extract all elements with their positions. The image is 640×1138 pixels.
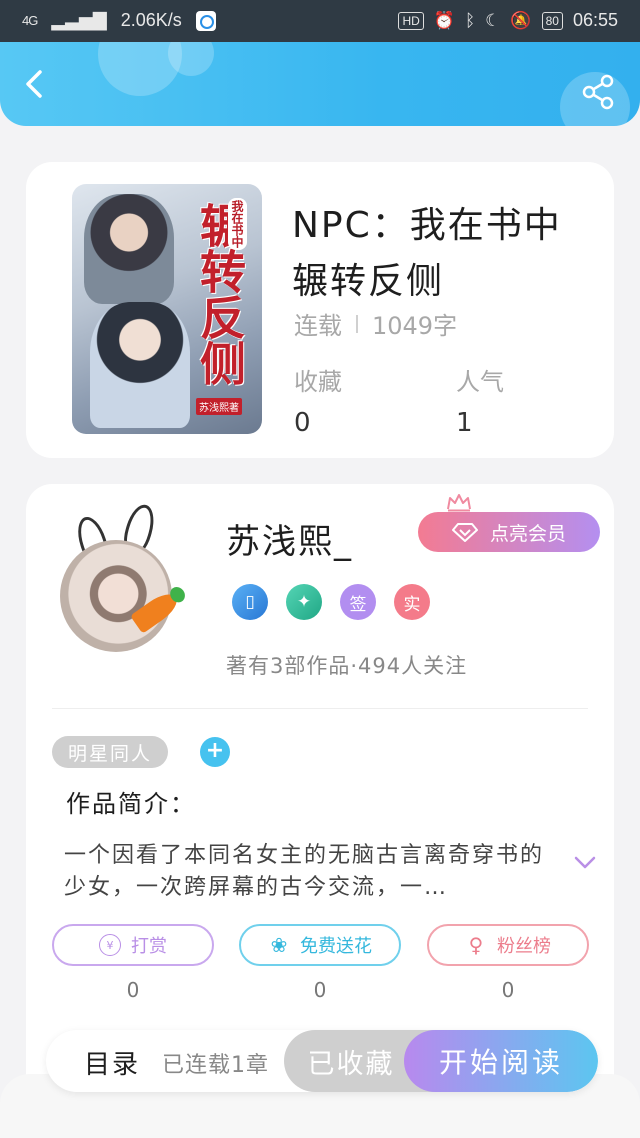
signed-badge[interactable]: 签 xyxy=(340,584,376,620)
send-flower-button[interactable]: ❀ 免费送花 xyxy=(239,924,401,966)
cover-author: 苏浅熙著 xyxy=(196,398,242,415)
user-icon: ♀ xyxy=(468,933,484,957)
battery-indicator: 80 xyxy=(541,11,563,30)
cover-figure xyxy=(84,194,174,304)
book-cover[interactable]: 辗转反侧 我在书中 苏浅熙著 xyxy=(72,184,262,434)
clock: 06:55 xyxy=(572,10,618,30)
mute-icon: 🔕 xyxy=(510,10,532,30)
vip-button-label: 点亮会员 xyxy=(489,522,566,545)
flower-count: 0 xyxy=(313,978,327,1002)
divider xyxy=(52,708,588,709)
signal-icon: ▂▃▅▇ xyxy=(51,10,107,30)
chapter-status[interactable]: 已连载1章 xyxy=(162,1047,269,1079)
book-status: 连载 xyxy=(294,312,342,340)
moon-icon: ☾ xyxy=(485,10,501,30)
fan-count: 0 xyxy=(501,978,515,1002)
crown-icon xyxy=(447,494,471,512)
author-name[interactable]: 苏浅熙_ xyxy=(226,514,353,563)
toc-button[interactable]: 目录 xyxy=(84,1044,140,1081)
author-avatar[interactable] xyxy=(56,496,196,652)
bluetooth-icon: ᛒ xyxy=(464,10,476,30)
genre-tag[interactable]: 明星同人 xyxy=(52,736,168,768)
verified-badge[interactable]: 实 xyxy=(394,584,430,620)
flower-icon: ❀ xyxy=(270,933,288,957)
network-speed: 2.06K/s xyxy=(120,10,182,30)
hd-indicator: HD xyxy=(398,11,424,30)
word-count: 1049字 xyxy=(372,312,458,340)
start-reading-button[interactable]: 开始阅读 xyxy=(404,1030,598,1092)
reward-button-label: 打赏 xyxy=(131,936,167,957)
app-notification-icon xyxy=(195,10,216,31)
share-icon[interactable] xyxy=(580,74,616,110)
vip-button[interactable]: 点亮会员 xyxy=(418,512,600,552)
book-title: NPC：我在书中辗转反侧 xyxy=(292,205,562,302)
favorites-label: 收藏 xyxy=(294,368,342,396)
book-info-card: 辗转反侧 我在书中 苏浅熙著 NPC：我在书中辗转反侧 连载 1049字 收藏 … xyxy=(26,162,614,458)
yen-icon: ¥ xyxy=(99,934,121,956)
author-intro-card: 苏浅熙_ 点亮会员 ▯ ✦ 签 实 著有3部作品·494人关注 明星同人 + 作… xyxy=(26,484,614,1124)
alarm-icon: ⏰ xyxy=(433,10,455,30)
collected-button-label: 已收藏 xyxy=(307,1048,395,1080)
book-meta: 连载 1049字 xyxy=(294,306,457,341)
bottom-action-bar: 目录 已连载1章 已收藏 开始阅读 xyxy=(46,1030,598,1092)
back-arrow-icon[interactable] xyxy=(18,66,54,102)
popularity-value: 1 xyxy=(456,408,473,438)
cover-figure xyxy=(90,302,190,428)
handshake-badge-icon[interactable]: ✦ xyxy=(286,584,322,620)
intro-title: 作品简介： xyxy=(66,790,196,818)
fan-rank-button-label: 粉丝榜 xyxy=(497,936,551,957)
diamond-icon xyxy=(451,523,478,542)
start-reading-label: 开始阅读 xyxy=(438,1046,563,1079)
reward-count: 0 xyxy=(126,978,140,1002)
popularity-label: 人气 xyxy=(456,368,504,396)
status-bar: 4G ▂▃▅▇ 2.06K/s HD ⏰ ᛒ ☾ 🔕 80 06:55 xyxy=(0,0,640,42)
avatar xyxy=(60,540,172,652)
intro-text: 一个因看了本同名女主的无脑古言离奇穿书的少女，一次跨屏幕的古今交流，一… xyxy=(64,843,545,900)
chevron-down-icon[interactable] xyxy=(574,856,596,870)
reward-button[interactable]: ¥ 打赏 xyxy=(52,924,214,966)
fan-rank-button[interactable]: ♀ 粉丝榜 xyxy=(427,924,589,966)
author-stats: 著有3部作品·494人关注 xyxy=(226,654,468,678)
phone-badge-icon[interactable]: ▯ xyxy=(232,584,268,620)
add-tag-button[interactable]: + xyxy=(200,737,230,767)
divider xyxy=(356,314,358,333)
top-header xyxy=(0,42,640,126)
cover-subtitle: 我在书中 xyxy=(228,198,247,250)
send-flower-button-label: 免费送花 xyxy=(300,936,372,957)
network-indicator: 4G xyxy=(22,13,38,28)
author-badges: ▯ ✦ 签 实 xyxy=(232,584,430,620)
favorites-value: 0 xyxy=(294,408,311,438)
